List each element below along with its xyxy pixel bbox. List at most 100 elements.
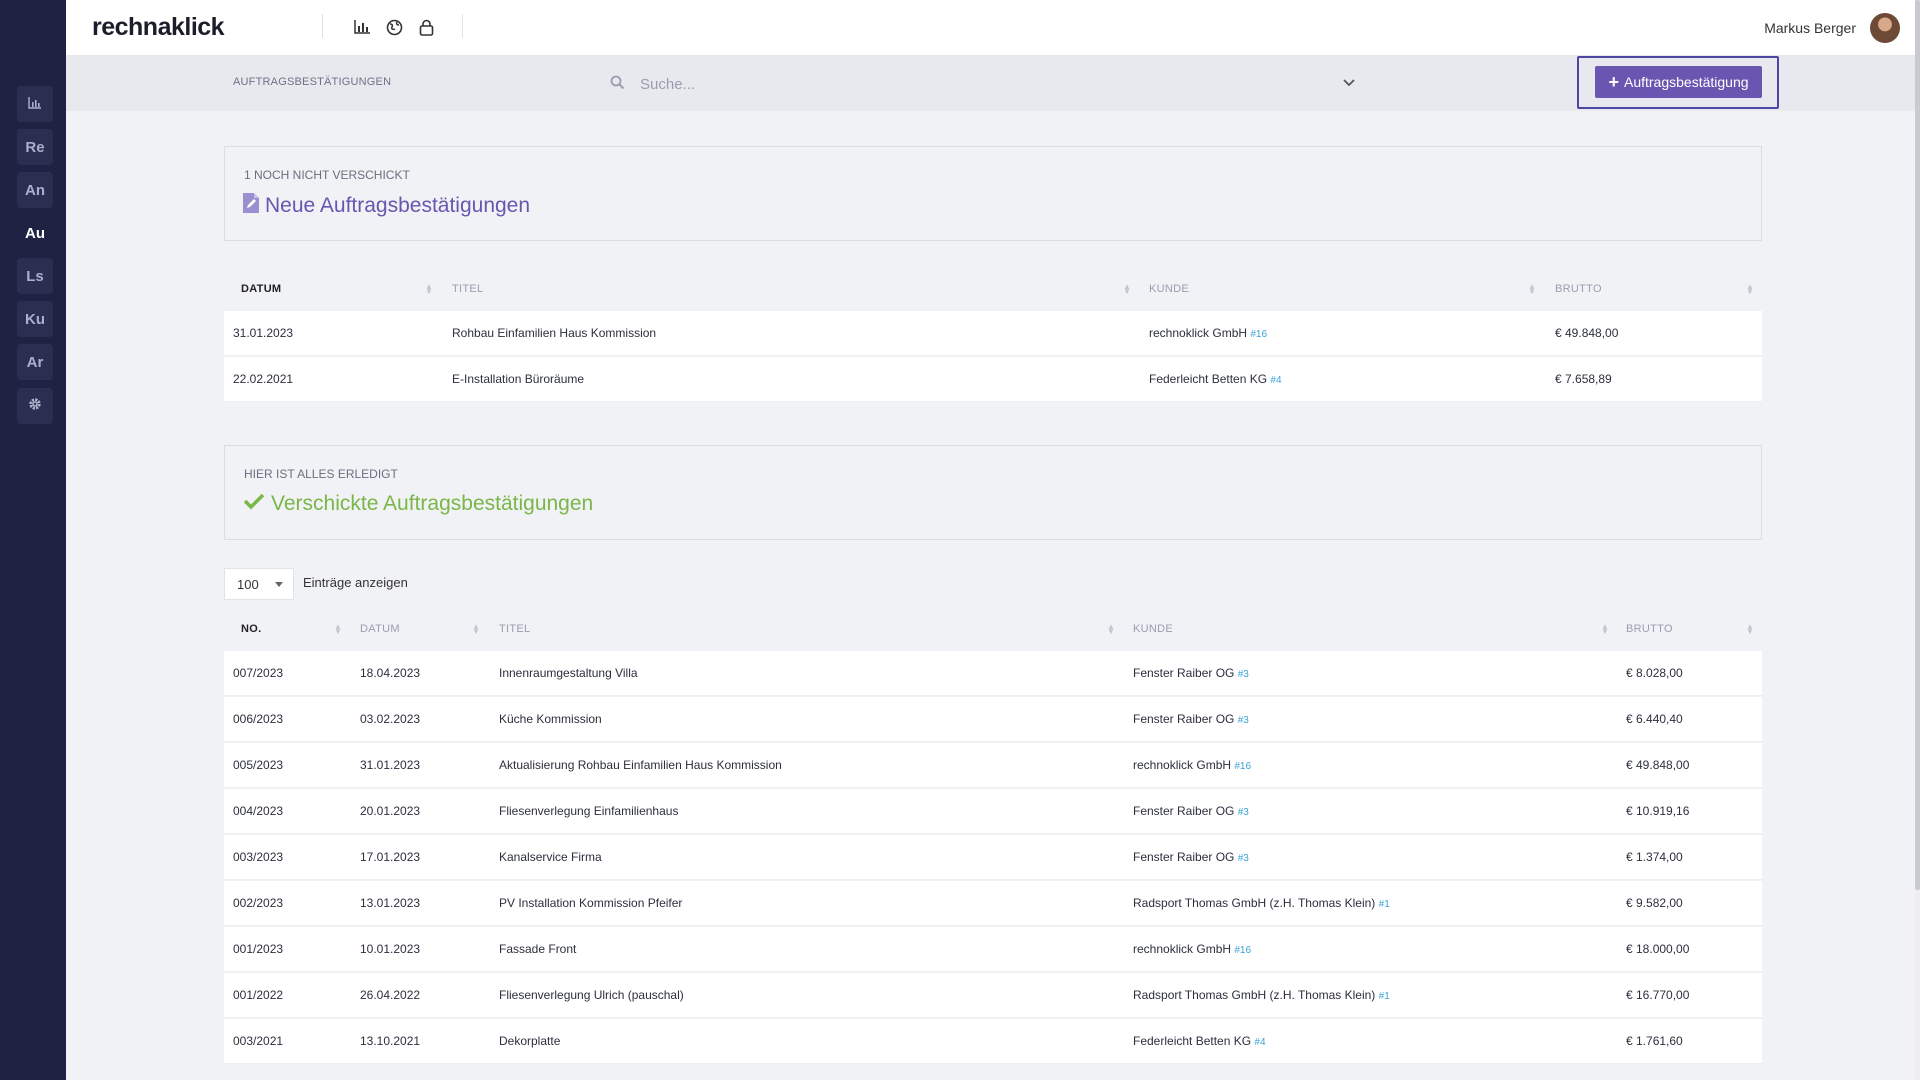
table-row[interactable]: 22.02.2021 E-Installation Büroräume Federl… xyxy=(224,357,1762,402)
column-header-titel[interactable]: TITEL xyxy=(499,607,530,651)
cell-no: 004/2023 xyxy=(233,789,283,834)
sidebar-item-settings[interactable] xyxy=(17,388,53,424)
caret-down-icon xyxy=(275,582,283,587)
sidebar-item-dashboard[interactable] xyxy=(17,86,53,122)
customer-id[interactable]: #3 xyxy=(1238,715,1249,726)
customer-id[interactable]: #16 xyxy=(1234,761,1251,772)
panel-title: Verschickte Auftragsbestätigungen xyxy=(243,492,593,516)
table-row[interactable]: 004/2023 20.01.2023 Fliesenverlegung Einfa… xyxy=(224,789,1762,834)
cell-no: 001/2022 xyxy=(233,973,283,1018)
panel-subtitle: 1 NOCH NICHT VERSCHICKT xyxy=(244,168,410,182)
customer-id[interactable]: #3 xyxy=(1238,807,1249,818)
column-header-brutto[interactable]: BRUTTO xyxy=(1555,267,1602,311)
cell-kunde-text: rechnoklick GmbH xyxy=(1149,326,1248,340)
scrollbar-thumb[interactable] xyxy=(1915,0,1920,890)
table-row[interactable]: 003/2023 17.01.2023 Kanalservice Firma Fens… xyxy=(224,835,1762,880)
table-row[interactable]: 003/2021 13.10.2021 Dekorplatte Federleicht… xyxy=(224,1019,1762,1064)
sent-orders-panel: HIER IST ALLES ERLEDIGT Verschickte Auft… xyxy=(224,445,1762,540)
sidebar-item-ku[interactable]: Ku xyxy=(17,301,53,337)
sort-icon: ▲ ▼ xyxy=(425,282,433,296)
column-header-no[interactable]: NO. xyxy=(241,607,261,651)
table-row[interactable]: 001/2023 10.01.2023 Fassade Front rechnokli… xyxy=(224,927,1762,972)
cell-no: 006/2023 xyxy=(233,697,283,742)
cell-titel: Fassade Front xyxy=(499,927,576,972)
entries-length-select[interactable]: 100 xyxy=(224,568,294,600)
search-icon xyxy=(610,75,625,95)
customer-id[interactable]: #16 xyxy=(1250,329,1267,340)
bar-chart-icon[interactable] xyxy=(351,16,373,38)
cell-no-text: 002/2023 xyxy=(233,896,284,910)
sort-icon: ▲ ▼ xyxy=(1107,622,1115,636)
sort-icon: ▲ ▼ xyxy=(1746,622,1754,636)
search-input[interactable] xyxy=(640,69,1360,99)
app-logo[interactable]: rechnaklick xyxy=(92,13,225,42)
panel-title-text: Verschickte Auftragsbestätigungen xyxy=(271,492,594,515)
cell-titel-text: Kanalservice Firma xyxy=(499,850,602,864)
scrollbar[interactable] xyxy=(1915,0,1920,1080)
sidebar-item-label: Au xyxy=(25,224,45,242)
cell-kunde: rechnoklick GmbH #16 xyxy=(1133,743,1251,788)
customer-id[interactable]: #3 xyxy=(1238,853,1249,864)
button-label: Auftragsbestätigung xyxy=(1623,74,1749,90)
column-header-brutto[interactable]: BRUTTO xyxy=(1626,607,1673,651)
lock-icon[interactable] xyxy=(415,16,437,38)
sidebar-item-re[interactable]: Re xyxy=(17,129,53,165)
cell-brutto: € 49.848,00 xyxy=(1626,743,1689,788)
cell-no-text: 003/2023 xyxy=(233,850,284,864)
chevron-down-icon[interactable] xyxy=(1342,75,1356,93)
table-row[interactable]: 006/2023 03.02.2023 Küche Kommission Fenste… xyxy=(224,697,1762,742)
table-row[interactable]: 31.01.2023 Rohbau Einfamilien Haus Kommis… xyxy=(224,311,1762,356)
user-name[interactable]: Markus Berger xyxy=(1764,20,1856,36)
cell-titel: Dekorplatte xyxy=(499,1019,560,1064)
cell-brutto: € 1.761,60 xyxy=(1626,1019,1683,1064)
cell-kunde-text: Fenster Raiber OG xyxy=(1133,850,1235,864)
cell-brutto: € 8.028,00 xyxy=(1626,651,1683,696)
table-row[interactable]: 002/2023 13.01.2023 PV Installation Kommis… xyxy=(224,881,1762,926)
customer-id[interactable]: #4 xyxy=(1270,375,1281,386)
cell-titel: E-Installation Büroräume xyxy=(452,357,584,402)
cell-kunde: Fenster Raiber OG #3 xyxy=(1133,697,1249,742)
column-header-kunde[interactable]: KUNDE xyxy=(1149,267,1189,311)
cell-datum: 13.10.2021 xyxy=(360,1019,420,1064)
sort-icon: ▲ ▼ xyxy=(472,622,480,636)
cell-titel-text: Aktualisierung Rohbau Einfamilien Haus K… xyxy=(499,758,782,772)
sidebar-item-ls[interactable]: Ls xyxy=(17,258,53,294)
table-row[interactable]: 007/2023 18.04.2023 Innenraumgestaltung Vi… xyxy=(224,651,1762,696)
new-order-confirmation-button[interactable]: + Auftragsbestätigung xyxy=(1595,66,1762,98)
globe-icon[interactable] xyxy=(383,16,405,38)
table-row[interactable]: 005/2023 31.01.2023 Aktualisierung Rohbau … xyxy=(224,743,1762,788)
cell-brutto: € 1.374,00 xyxy=(1626,835,1683,880)
customer-id[interactable]: #3 xyxy=(1238,669,1249,680)
cell-no: 001/2023 xyxy=(233,927,283,972)
sidebar-item-label: Ls xyxy=(26,267,44,285)
chart-icon xyxy=(28,96,42,113)
cell-kunde: Radsport Thomas GmbH (z.H. Thomas Klein)… xyxy=(1133,881,1390,926)
plus-icon: + xyxy=(1608,72,1619,92)
cell-brutto-text: € 10.919,16 xyxy=(1626,804,1690,818)
gear-icon xyxy=(28,397,42,415)
cell-datum-text: 10.01.2023 xyxy=(360,942,421,956)
sidebar-item-label: Re xyxy=(25,138,45,156)
customer-id[interactable]: #1 xyxy=(1379,991,1390,1002)
column-header-titel[interactable]: TITEL xyxy=(452,267,483,311)
column-header-datum[interactable]: DATUM xyxy=(360,607,400,651)
cell-kunde-text: rechnoklick GmbH xyxy=(1133,942,1232,956)
customer-id[interactable]: #16 xyxy=(1234,945,1251,956)
cell-kunde: rechnoklick GmbH #16 xyxy=(1149,311,1267,356)
sidebar-item-ar[interactable]: Ar xyxy=(17,344,53,380)
customer-id[interactable]: #4 xyxy=(1254,1037,1265,1048)
cell-brutto: € 9.582,00 xyxy=(1626,881,1683,926)
sort-icon: ▲ ▼ xyxy=(1123,282,1131,296)
cell-datum: 31.01.2023 xyxy=(233,311,293,356)
sort-icon: ▲ ▼ xyxy=(1746,282,1754,296)
sidebar-item-au[interactable]: Au xyxy=(17,215,53,251)
column-header-kunde[interactable]: KUNDE xyxy=(1133,607,1173,651)
cell-no-text: 004/2023 xyxy=(233,804,284,818)
cell-no: 003/2023 xyxy=(233,835,283,880)
table-row[interactable]: 001/2022 26.04.2022 Fliesenverlegung Ulric… xyxy=(224,973,1762,1018)
cell-datum: 18.04.2023 xyxy=(360,651,420,696)
customer-id[interactable]: #1 xyxy=(1379,899,1390,910)
column-header-datum[interactable]: DATUM xyxy=(241,267,281,311)
avatar[interactable] xyxy=(1870,13,1900,43)
sidebar-item-an[interactable]: An xyxy=(17,172,53,208)
